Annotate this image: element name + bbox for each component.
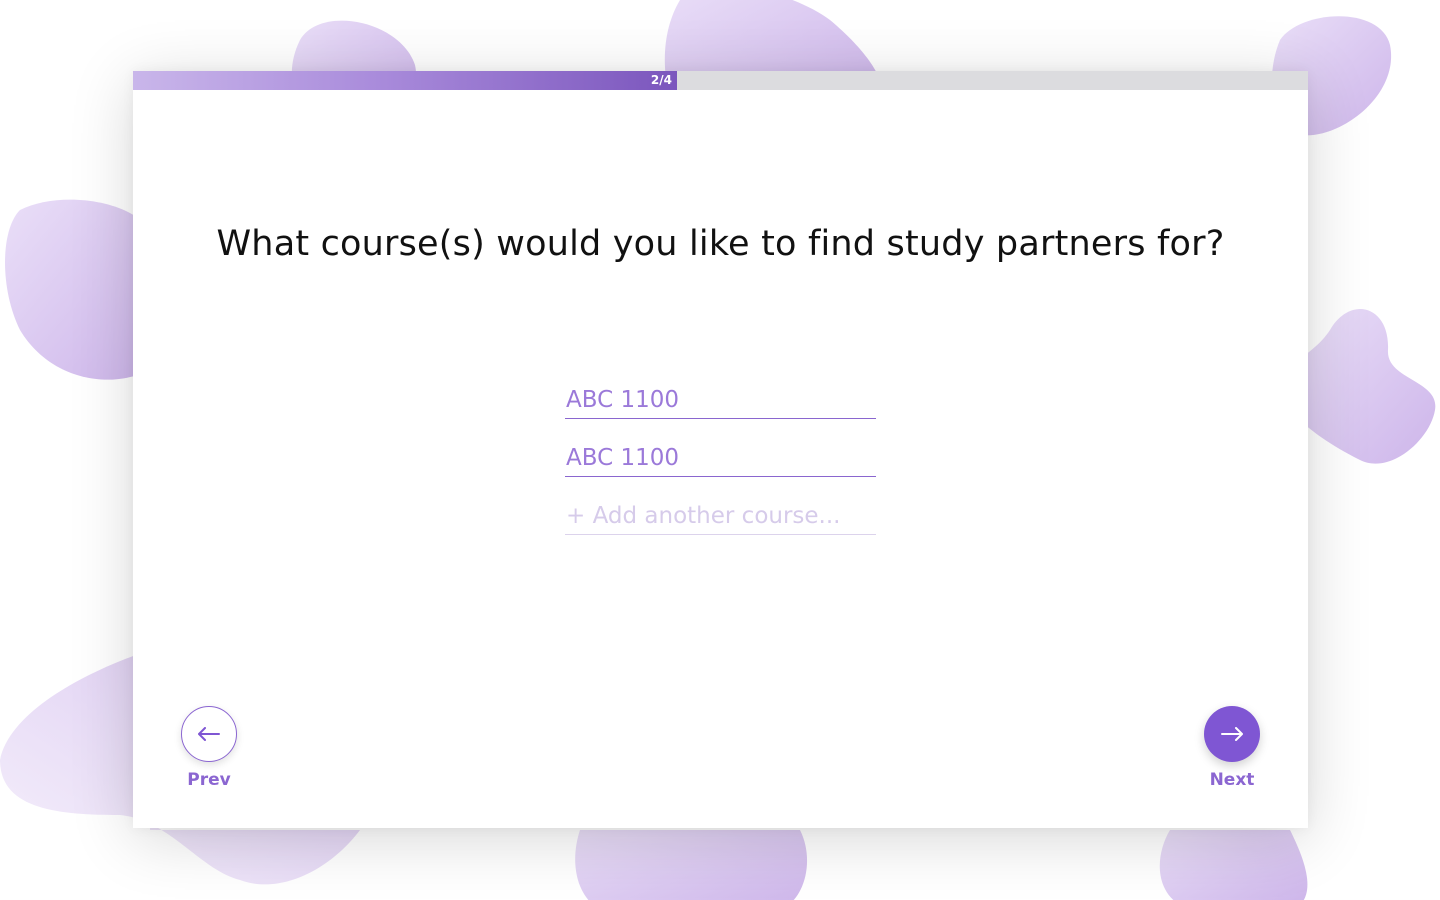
next-button[interactable] [1204,706,1260,762]
blob-bottom-right [1159,830,1308,900]
blob-left-middle [5,199,150,380]
prev-button[interactable] [181,706,237,762]
course-field-1[interactable] [565,381,876,419]
blob-right-middle [1300,308,1436,464]
progress-label: 2/4 [650,73,672,87]
arrow-right-icon [1221,727,1243,741]
survey-card: 2/4 What course(s) would you like to fin… [133,71,1308,828]
question-title: What course(s) would you like to find st… [216,224,1225,264]
course-field-2[interactable] [565,439,876,477]
page-background: 2/4 What course(s) would you like to fin… [0,0,1440,900]
progress-bar: 2/4 [133,71,1308,90]
add-course-field[interactable] [565,497,876,535]
progress-fill: 2/4 [133,71,677,90]
prev-label[interactable]: Prev [164,770,254,790]
blob-bottom-center [575,830,807,900]
course-list [565,381,876,555]
next-label[interactable]: Next [1187,770,1277,790]
arrow-left-icon [198,727,220,741]
